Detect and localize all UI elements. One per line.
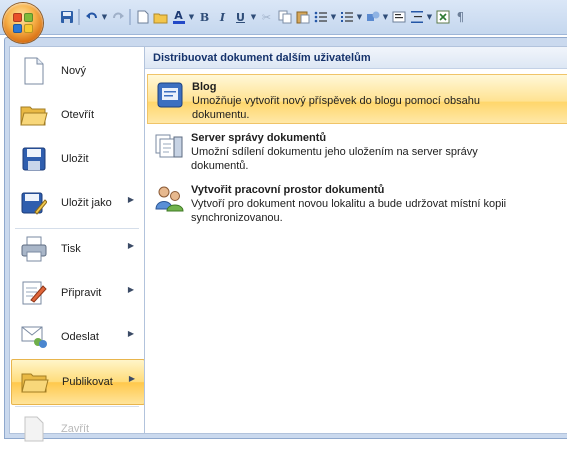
- new-document-icon[interactable]: [134, 8, 151, 26]
- submenu-item-description: Umožňuje vytvořit nový příspěvek do blog…: [192, 95, 480, 121]
- italic-glyph: I: [219, 10, 226, 24]
- submenu-header: Distribuovat dokument dalším uživatelům: [145, 47, 567, 69]
- show-formatting-icon[interactable]: ¶: [452, 8, 469, 26]
- bullets-dropdown-icon[interactable]: ▼: [330, 8, 337, 26]
- submenu-item-document-server[interactable]: Server správy dokumentů Umožní sdílení d…: [147, 126, 567, 176]
- blog-icon: [154, 79, 186, 111]
- menu-item-label: Připravit: [61, 287, 102, 299]
- quick-access-toolbar: ▼ A ▼ B I U ▼ ✂ ▼ ▼ ▼ ▼ ¶: [0, 0, 567, 35]
- italic-icon[interactable]: I: [214, 8, 231, 26]
- menu-item-label: Nový: [61, 65, 87, 77]
- save-icon[interactable]: [58, 8, 75, 26]
- menu-item-print[interactable]: Tisk ▶: [11, 227, 143, 271]
- prepare-icon: [20, 279, 48, 307]
- text-box-icon[interactable]: [390, 8, 407, 26]
- menu-item-open[interactable]: Otevřít: [11, 93, 143, 137]
- document-server-icon: [153, 130, 185, 162]
- new-document-icon: [20, 57, 48, 85]
- submenu-arrow-icon: ▶: [127, 195, 134, 204]
- menu-item-publish[interactable]: Publikovat ▶: [11, 359, 145, 405]
- publish-folder-icon: [21, 368, 49, 396]
- undo-icon[interactable]: [83, 8, 100, 26]
- open-folder-icon: [20, 101, 48, 129]
- menu-item-label: Uložit jako: [61, 197, 112, 209]
- spacing-dropdown-icon[interactable]: ▼: [426, 8, 433, 26]
- bold-icon[interactable]: B: [196, 8, 213, 26]
- menu-item-save-as[interactable]: Uložit jako ▶: [11, 181, 143, 225]
- font-color-glyph: A: [174, 9, 183, 22]
- underline-icon[interactable]: U: [232, 8, 249, 26]
- send-icon: [20, 323, 48, 351]
- menu-item-label: Otevřít: [61, 109, 95, 121]
- submenu-arrow-icon: ▶: [127, 285, 134, 294]
- submenu-item-description: Vytvoří pro dokument novou lokalitu a bu…: [191, 198, 507, 224]
- font-color-dropdown-icon[interactable]: ▼: [188, 8, 195, 26]
- excel-icon[interactable]: [434, 8, 451, 26]
- menu-item-close[interactable]: Zavřít: [11, 407, 143, 451]
- spacing-icon[interactable]: [408, 8, 425, 26]
- menu-item-label: Tisk: [61, 243, 81, 255]
- toolbar-separator: [129, 9, 131, 25]
- quick-access-icons: ▼ A ▼ B I U ▼ ✂ ▼ ▼ ▼ ▼ ¶: [58, 7, 469, 27]
- document-workspace-icon: [153, 182, 185, 214]
- redo-icon[interactable]: [109, 8, 126, 26]
- open-folder-icon[interactable]: [152, 8, 169, 26]
- bullets-icon[interactable]: [312, 8, 329, 26]
- undo-dropdown-icon[interactable]: ▼: [101, 8, 108, 26]
- pilcrow-glyph: ¶: [456, 10, 465, 24]
- submenu-item-title: Server správy dokumentů: [191, 132, 327, 144]
- save-as-icon: [20, 189, 48, 217]
- menu-item-label: Uložit: [61, 153, 89, 165]
- shapes-icon[interactable]: [364, 8, 381, 26]
- menu-item-label: Zavřít: [61, 423, 90, 435]
- numbering-dropdown-icon[interactable]: ▼: [356, 8, 363, 26]
- underline-glyph: U: [236, 10, 245, 24]
- font-color-icon[interactable]: A: [170, 8, 187, 26]
- menu-item-prepare[interactable]: Připravit ▶: [11, 271, 143, 315]
- menu-item-send[interactable]: Odeslat ▶: [11, 315, 143, 359]
- office-logo-icon: [13, 13, 33, 33]
- submenu-arrow-icon: ▶: [127, 329, 134, 338]
- office-menu-commands: Nový Otevřít Uložit Uložit jako ▶ Tisk ▶…: [9, 46, 145, 442]
- office-button[interactable]: [3, 3, 43, 43]
- menu-item-label: Odeslat: [61, 331, 99, 343]
- submenu-item-blog[interactable]: Blog Umožňuje vytvořit nový příspěvek do…: [147, 74, 567, 124]
- submenu-item-description: Umožní sdílení dokumentu jeho uložením n…: [191, 146, 478, 172]
- submenu-item-title: Vytvořit pracovní prostor dokumentů: [191, 184, 385, 196]
- menu-item-new[interactable]: Nový: [11, 49, 143, 93]
- toolbar-separator: [78, 9, 80, 25]
- submenu-arrow-icon: ▶: [127, 241, 134, 250]
- paste-icon[interactable]: [294, 8, 311, 26]
- submenu-item-title: Blog: [192, 81, 217, 93]
- copy-icon[interactable]: [276, 8, 293, 26]
- numbering-icon[interactable]: [338, 8, 355, 26]
- close-document-icon: [20, 415, 48, 443]
- cut-icon[interactable]: ✂: [258, 8, 275, 26]
- shapes-dropdown-icon[interactable]: ▼: [382, 8, 389, 26]
- submenu-arrow-icon: ▶: [128, 374, 135, 383]
- printer-icon: [20, 235, 48, 263]
- bold-glyph: B: [199, 10, 210, 24]
- submenu-item-document-workspace[interactable]: Vytvořit pracovní prostor dokumentů Vytv…: [147, 178, 567, 228]
- save-icon: [20, 145, 48, 173]
- menu-item-save[interactable]: Uložit: [11, 137, 143, 181]
- menu-item-label: Publikovat: [62, 376, 113, 388]
- underline-dropdown-icon[interactable]: ▼: [250, 8, 257, 26]
